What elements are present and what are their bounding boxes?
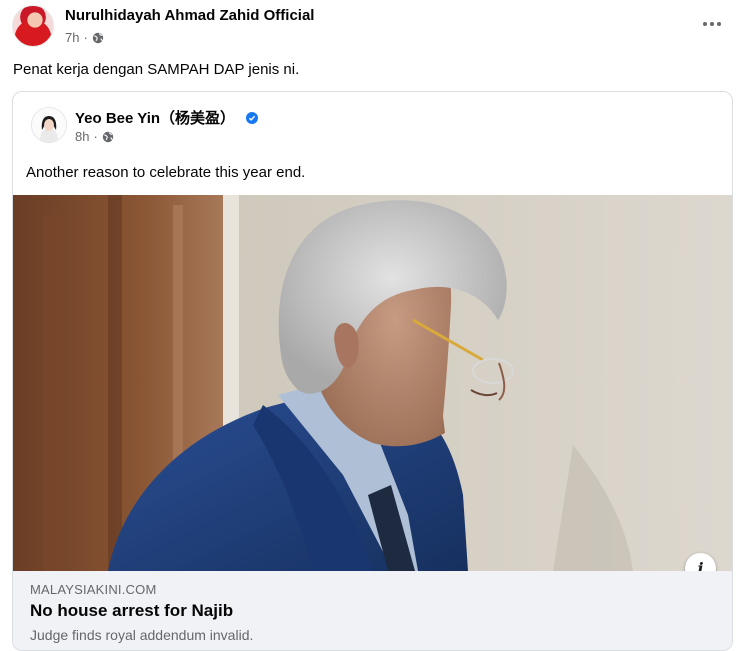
globe-icon	[102, 131, 114, 142]
dot-separator: ·	[83, 30, 88, 45]
link-preview[interactable]: MALAYSIAKINI.COM No house arrest for Naj…	[13, 571, 732, 650]
shared-post-time[interactable]: 8h	[75, 129, 89, 144]
shared-post-meta: 8h ·	[75, 129, 114, 144]
link-title[interactable]: No house arrest for Najib	[30, 601, 233, 621]
dot-separator: ·	[93, 129, 98, 144]
shared-author-label: Yeo Bee Yin（杨美盈）	[75, 110, 236, 127]
verified-badge-icon	[246, 112, 259, 124]
shared-author-name[interactable]: Yeo Bee Yin（杨美盈）	[75, 107, 259, 128]
link-preview-image[interactable]	[13, 195, 732, 571]
link-description: Judge finds royal addendum invalid.	[30, 627, 254, 643]
shared-post-card[interactable]: Yeo Bee Yin（杨美盈） 8h · Another reason to …	[12, 91, 733, 651]
post-text: Penat kerja dengan SAMPAH DAP jenis ni.	[13, 61, 300, 78]
more-dot-icon	[703, 22, 707, 26]
author-avatar[interactable]	[12, 5, 54, 47]
globe-icon	[92, 32, 104, 43]
author-name[interactable]: Nurulhidayah Ahmad Zahid Official	[65, 7, 314, 24]
post-time[interactable]: 7h	[65, 30, 79, 45]
post-header: Nurulhidayah Ahmad Zahid Official 7h ·	[12, 5, 735, 49]
link-domain: MALAYSIAKINI.COM	[30, 582, 157, 597]
shared-post-text: Another reason to celebrate this year en…	[26, 164, 306, 181]
more-dot-icon	[710, 22, 714, 26]
shared-author-avatar[interactable]	[31, 107, 67, 143]
more-dot-icon	[717, 22, 721, 26]
post-meta: 7h ·	[65, 30, 104, 45]
more-options-button[interactable]	[697, 13, 727, 35]
